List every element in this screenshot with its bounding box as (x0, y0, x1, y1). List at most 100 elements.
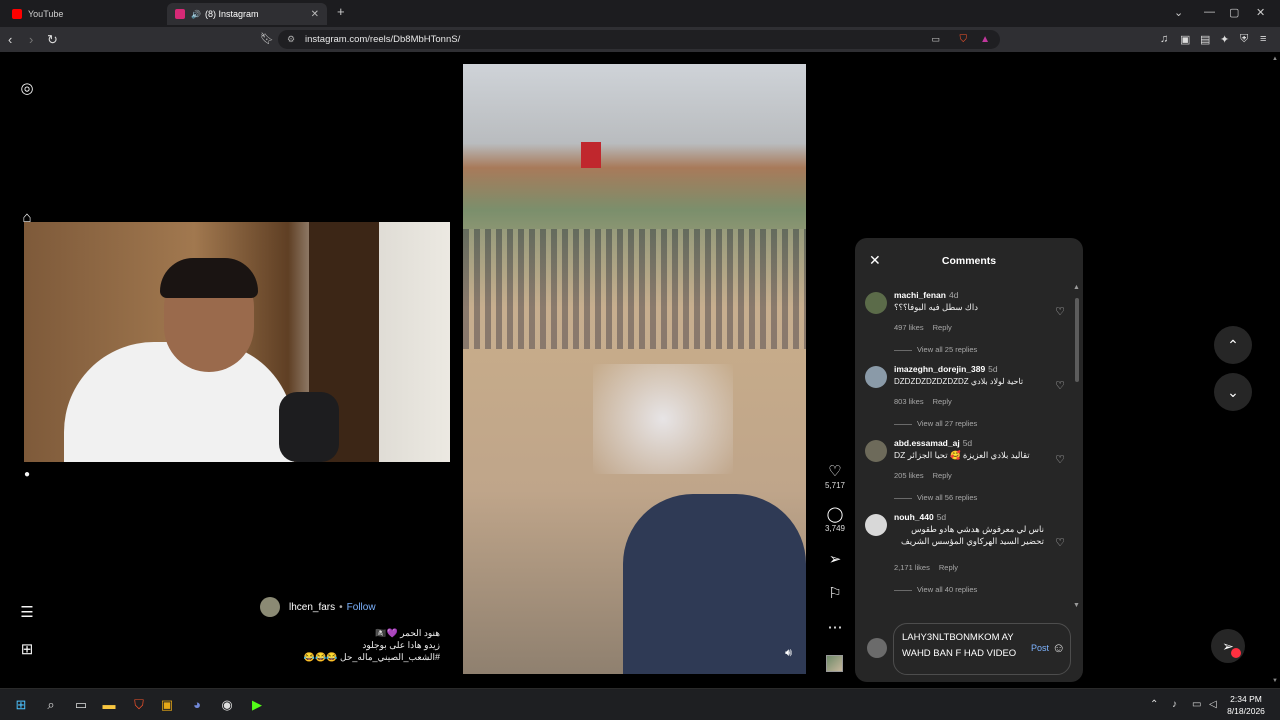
reply-button[interactable]: Reply (933, 397, 952, 406)
vpn-icon[interactable]: ⛨ (1240, 33, 1248, 46)
new-tab-button[interactable]: + (337, 4, 345, 19)
maximize-button[interactable]: ▢ (1229, 6, 1239, 19)
like-action[interactable]: ♡ 5,717 (820, 462, 850, 490)
heart-icon[interactable]: ♡ (1055, 379, 1065, 392)
obs-icon[interactable]: ◉ (218, 696, 236, 714)
sidebar-toggle-icon[interactable]: ▣ (1180, 33, 1190, 46)
close-tab-icon[interactable]: ✕ (311, 9, 319, 20)
follow-button[interactable]: Follow (347, 602, 376, 613)
view-replies[interactable]: View all 27 replies (894, 419, 977, 428)
profile-avatar[interactable]: ● (17, 469, 37, 489)
brave-rewards-icon[interactable]: ▲ (980, 30, 990, 49)
heart-icon[interactable]: ♡ (1055, 453, 1065, 466)
leo-ai-icon[interactable]: ✦ (1220, 33, 1229, 46)
caption-line: هنود الحمر 💜🏴‍☠️ (375, 628, 440, 638)
task-view-icon[interactable]: ▭ (72, 696, 90, 714)
kick-icon[interactable]: ▶ (248, 696, 266, 714)
person-hair (160, 258, 258, 298)
comment-username[interactable]: nouh_440 (894, 512, 934, 522)
avatar[interactable] (865, 366, 887, 388)
emoji-icon[interactable]: ☺ (1052, 640, 1065, 655)
webcam-overlay (24, 222, 450, 462)
smoke (593, 364, 733, 474)
system-clock[interactable]: 2:34 PM 8/18/2026 (1222, 693, 1270, 717)
post-button[interactable]: Post (1031, 643, 1049, 653)
microphone-icon[interactable]: ♪ (1172, 699, 1177, 710)
comment-username[interactable]: imazeghn_dorejin_389 (894, 364, 985, 374)
comments-scrollbar[interactable] (1075, 298, 1079, 382)
previous-reel-button[interactable]: ⌃ (1214, 326, 1252, 364)
share-icon[interactable]: ➢ (820, 550, 850, 568)
avatar[interactable] (865, 514, 887, 536)
menu-icon[interactable]: ≡ (1260, 33, 1266, 45)
scroll-down-arrow[interactable]: ▼ (1073, 602, 1080, 609)
next-reel-button[interactable]: ⌄ (1214, 373, 1252, 411)
avatar[interactable] (865, 292, 887, 314)
scroll-up-arrow[interactable]: ▲ (1073, 284, 1080, 291)
reply-button[interactable]: Reply (933, 471, 952, 480)
comment-input[interactable]: LAHY3NLTBONMKOM AY WAHD BAN F HAD VIDEO … (893, 623, 1071, 675)
tab-instagram[interactable]: 🔊 (8) Instagram ✕ (167, 3, 327, 25)
tab-youtube[interactable]: YouTube (4, 3, 164, 25)
comment-icon[interactable]: ◯ (820, 505, 850, 523)
search-icon[interactable]: ⌕ (42, 696, 60, 714)
comment-username[interactable]: abd.essamad_aj (894, 438, 960, 448)
forward-icon[interactable]: › (29, 32, 33, 47)
reload-icon[interactable]: ↻ (47, 32, 58, 48)
caption-line: زيدو هادا على بوجلود (362, 640, 440, 650)
address-bar[interactable]: 🔖︎ ⚙ instagram.com/reels/Db8MbHTonnS/ ▭ … (260, 30, 1000, 49)
media-icon[interactable]: ♫ (1160, 33, 1168, 45)
author-avatar[interactable] (260, 597, 280, 617)
more-icon[interactable]: ⋯ (820, 618, 850, 636)
bookmark-icon[interactable]: 🔖︎ (260, 30, 274, 49)
cast-icon[interactable]: ▭ (931, 30, 940, 49)
brave-icon[interactable]: ⛉ (130, 696, 148, 714)
scroll-down-arrow[interactable]: ▼ (1272, 678, 1278, 684)
view-replies[interactable]: View all 56 replies (894, 493, 977, 502)
network-icon[interactable]: ▭ (1192, 699, 1201, 710)
comment-age: 5d (988, 364, 998, 374)
site-info-icon[interactable]: ⚙ (287, 30, 295, 49)
tray-chevron-icon[interactable]: ⌃ (1150, 699, 1158, 710)
heart-icon[interactable]: ♡ (1055, 305, 1065, 318)
instagram-logo-icon[interactable]: ◎ (17, 79, 37, 99)
reel-caption: هنود الحمر 💜🏴‍☠️ زيدو هادا على بوجلود #ا… (290, 627, 440, 663)
author-username[interactable]: lhcen_fars (289, 602, 335, 613)
start-icon[interactable]: ⊞ (12, 696, 30, 714)
save-action[interactable]: ⚐ (820, 584, 850, 602)
brave-shield-icon[interactable]: ⛉ (960, 30, 968, 49)
tab-search-icon[interactable]: ⌄ (1174, 6, 1183, 19)
comment-username[interactable]: machi_fenan (894, 290, 946, 300)
reply-button[interactable]: Reply (933, 323, 952, 332)
audio-icon[interactable]: 🔊 (191, 10, 201, 19)
volume-icon[interactable]: 🔊︎ (785, 647, 792, 660)
share-action[interactable]: ➢ (820, 550, 850, 568)
comment-input-value[interactable]: LAHY3NLTBONMKOM AY WAHD BAN F HAD VIDEO (902, 630, 1022, 662)
scroll-up-arrow[interactable]: ▲ (1272, 56, 1278, 62)
app-icon[interactable]: ▣ (158, 696, 176, 714)
microphone (279, 392, 339, 462)
more-apps-icon[interactable]: ⊞ (17, 640, 37, 660)
comment-action[interactable]: ◯ 3,749 (820, 505, 850, 533)
messages-button[interactable]: ➢ (1211, 629, 1245, 663)
reply-button[interactable]: Reply (939, 563, 958, 572)
menu-icon[interactable]: ☰ (17, 603, 37, 623)
reel-video[interactable]: 🔊︎ (463, 64, 806, 674)
avatar[interactable] (865, 440, 887, 462)
discord-icon[interactable]: ◕ (188, 696, 206, 714)
close-window-button[interactable]: ✕ (1256, 6, 1265, 19)
view-replies[interactable]: View all 25 replies (894, 345, 977, 354)
more-action[interactable]: ⋯ (820, 618, 850, 636)
caption-line[interactable]: #الشعب_الصيني_ماله_حل 😂😂😂 (290, 651, 440, 663)
wallet-icon[interactable]: ▤ (1200, 33, 1210, 46)
speaker-icon[interactable]: ◁ (1209, 699, 1217, 710)
heart-icon[interactable]: ♡ (820, 462, 850, 480)
audio-thumbnail[interactable] (826, 655, 843, 672)
view-replies[interactable]: View all 40 replies (894, 585, 977, 594)
bookmark-icon[interactable]: ⚐ (820, 584, 850, 602)
heart-icon[interactable]: ♡ (1055, 536, 1065, 549)
minimize-button[interactable]: — (1204, 6, 1215, 18)
page-scrollbar[interactable]: ▲ ▼ (1270, 54, 1278, 686)
file-explorer-icon[interactable]: ▬ (100, 696, 118, 714)
back-icon[interactable]: ‹ (8, 32, 12, 47)
